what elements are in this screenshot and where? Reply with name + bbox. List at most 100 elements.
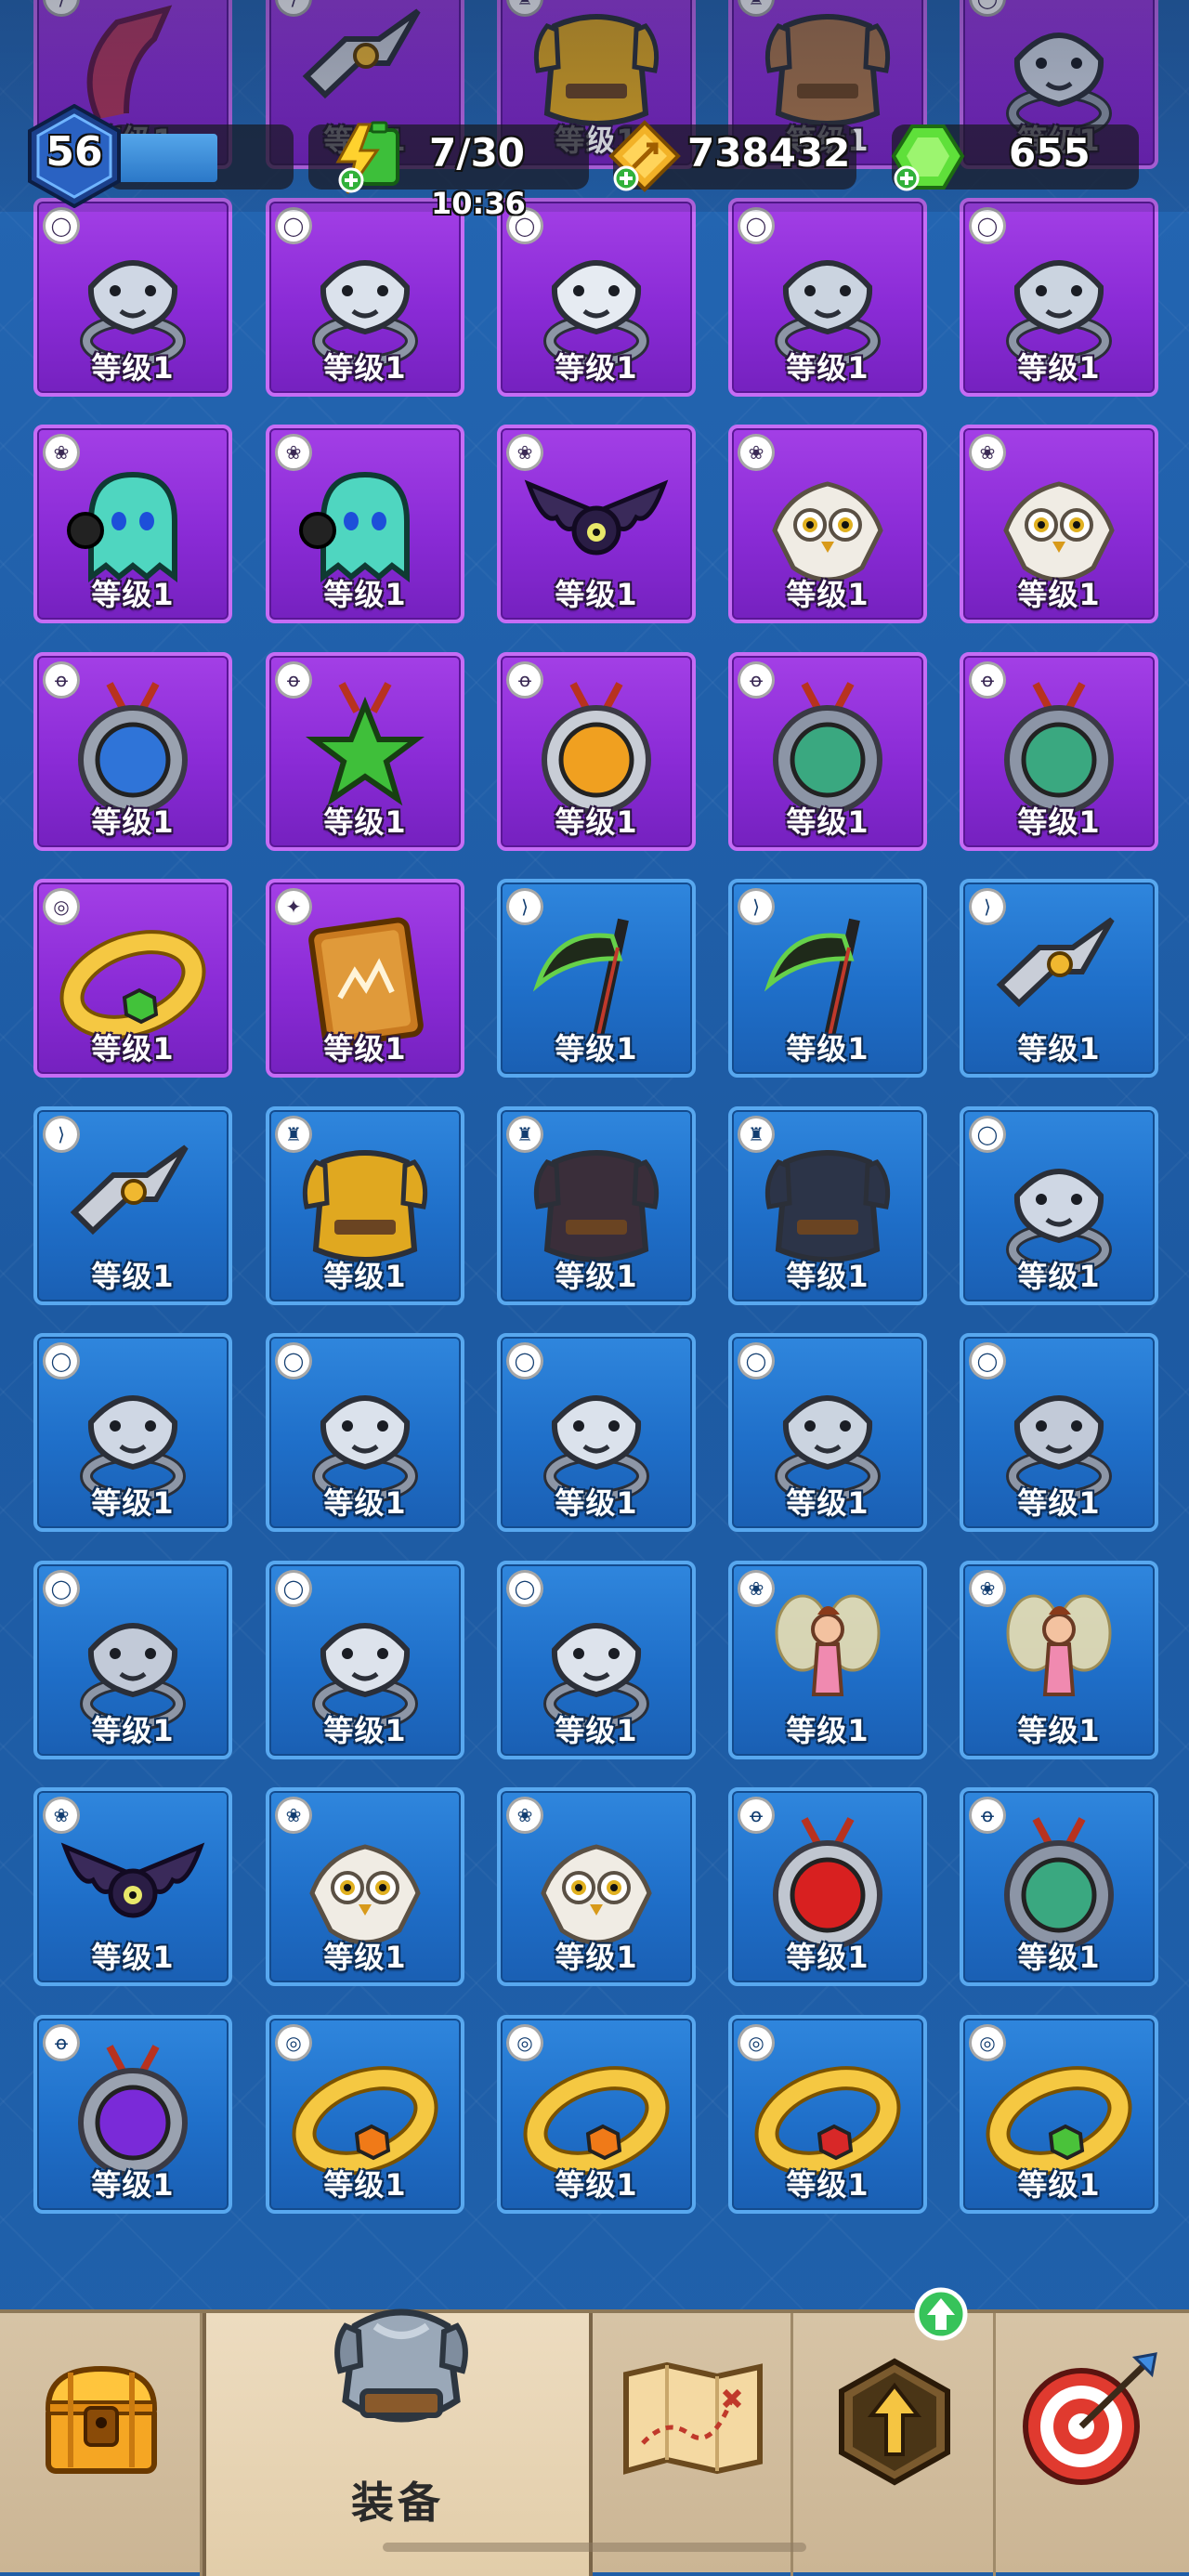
item-level: 等级1 (91, 1485, 175, 1521)
equipment-slot[interactable]: ◯ 等级1 (33, 1561, 232, 1759)
equipment-slot[interactable]: ◯等级1 (266, 1561, 464, 1759)
item-level: 等级1 (323, 1031, 407, 1066)
item-level: 等级1 (323, 1485, 407, 1521)
armor-slot-icon: ♜ (738, 1116, 775, 1153)
upgrade-available-icon (914, 2287, 968, 2341)
treasure-chest-icon (45, 2365, 158, 2474)
equipment-slot[interactable]: ❀ 等级1 (497, 425, 696, 623)
item-level: 等级1 (1017, 1713, 1101, 1748)
nav-tab-shop[interactable] (0, 2313, 203, 2576)
energy-icon (335, 121, 399, 194)
equipment-slot[interactable]: ⟩ 等级1 (960, 879, 1158, 1078)
bracelet-slot-icon: ◎ (969, 2024, 1006, 2061)
equipment-slot[interactable]: ◎ 等级1 (497, 2015, 696, 2214)
equipment-slot[interactable]: ❀ 等级1 (960, 1561, 1158, 1759)
map-icon (623, 2361, 763, 2475)
equipment-slot[interactable]: ◎ 等级1 (33, 879, 232, 1078)
ring-slot-icon: ◯ (969, 1342, 1006, 1380)
item-level: 等级1 (323, 577, 407, 612)
ring-slot-icon: ◯ (43, 207, 80, 244)
equipment-slot[interactable]: ◯等级1 (960, 198, 1158, 397)
equipment-slot[interactable]: ꝋ 等级1 (960, 1787, 1158, 1986)
item-level: 等级1 (1017, 1031, 1101, 1066)
target-icon (1023, 2352, 1157, 2485)
equipment-slot[interactable]: ꝋ 等级1 (33, 652, 232, 851)
energy-value: 7/30 (429, 130, 526, 176)
equipment-slot[interactable]: ꝋ 等级1 (728, 652, 927, 851)
equipment-slot[interactable]: ◯ 等级1 (960, 1333, 1158, 1532)
nav-tab-map[interactable] (593, 2313, 793, 2576)
item-level: 等级1 (1017, 577, 1101, 612)
equipment-slot[interactable]: ◯等级1 (497, 198, 696, 397)
ring-slot-icon: ◯ (506, 1342, 543, 1380)
equipment-slot[interactable]: ♜ 等级1 (728, 1106, 927, 1305)
equipment-slot[interactable]: ❀ 等级1 (960, 425, 1158, 623)
bracelet-slot-icon: ◎ (738, 2024, 775, 2061)
equipment-slot[interactable]: ◎ 等级1 (960, 2015, 1158, 2214)
item-level: 等级1 (786, 1940, 869, 1975)
item-level: 等级1 (555, 1713, 638, 1748)
equipment-slot[interactable]: ◯等级1 (960, 1106, 1158, 1305)
item-level: 等级1 (786, 350, 869, 386)
equipment-slot[interactable]: ❀ 等级1 (266, 1787, 464, 1986)
equipment-slot[interactable]: ✦ 等级1 (266, 879, 464, 1078)
nav-tab-upgrade[interactable] (793, 2287, 996, 2576)
equipment-slot[interactable]: ♜ 等级1 (266, 1106, 464, 1305)
equipment-slot[interactable]: ❀ 等级1 (728, 425, 927, 623)
equipment-slot[interactable]: ❀ 等级1 (728, 1561, 927, 1759)
xp-progress-bar (117, 134, 217, 182)
ring-slot-icon: ◯ (43, 1570, 80, 1607)
equipment-slot[interactable]: ꝋ 等级1 (960, 652, 1158, 851)
item-level: 等级1 (91, 1713, 175, 1748)
equipment-slot[interactable]: ❀ 等级1 (33, 1787, 232, 1986)
equipment-slot[interactable]: ◯等级1 (266, 1333, 464, 1532)
item-level: 等级1 (555, 2167, 638, 2203)
equipment-slot[interactable]: ❀ 等级1 (33, 425, 232, 623)
pet-slot-icon: ❀ (506, 1797, 543, 1834)
item-level: 等级1 (323, 1940, 407, 1975)
item-level: 等级1 (91, 1940, 175, 1975)
bottom-nav: 装备 (0, 2287, 1189, 2576)
equipment-slot[interactable]: ꝋ 等级1 (266, 652, 464, 851)
amulet-slot-icon: ꝋ (43, 2024, 80, 2061)
equipment-slot[interactable]: ⟩ 等级1 (728, 879, 927, 1078)
nav-tab-equipment[interactable]: 装备 (203, 2308, 593, 2576)
gold-icon (608, 120, 681, 192)
equipment-slot[interactable]: ꝋ 等级1 (497, 652, 696, 851)
equipment-slot[interactable]: ◯等级1 (266, 198, 464, 397)
item-level: 等级1 (786, 2167, 869, 2203)
item-level: 等级1 (323, 804, 407, 840)
equipment-slot[interactable]: ♜ 等级1 (497, 1106, 696, 1305)
equipment-slot[interactable]: ◯ 等级1 (497, 1333, 696, 1532)
nav-tab-challenge[interactable] (996, 2313, 1189, 2576)
equipment-slot[interactable]: ◯等级1 (728, 1333, 927, 1532)
equipment-slot[interactable]: ◎ 等级1 (728, 2015, 927, 2214)
item-level: 等级1 (1017, 1259, 1101, 1294)
item-level: 等级1 (1017, 804, 1101, 840)
upgrade-icon (839, 2358, 950, 2486)
equipment-slot[interactable]: ❀ 等级1 (266, 425, 464, 623)
item-level: 等级1 (1017, 1485, 1101, 1521)
bow-slot-icon: ⟩ (969, 888, 1006, 925)
bracelet-slot-icon: ◎ (275, 2024, 312, 2061)
amulet-slot-icon: ꝋ (275, 661, 312, 699)
equipment-slot[interactable]: ◯ 等级1 (497, 1561, 696, 1759)
equipment-slot[interactable]: ◯等级1 (33, 198, 232, 397)
equipment-slot[interactable]: ◯ 等级1 (33, 1333, 232, 1532)
equipment-slot[interactable]: ◯等级1 (728, 198, 927, 397)
ring-slot-icon: ◯ (275, 207, 312, 244)
pet-slot-icon: ❀ (275, 1797, 312, 1834)
ring-slot-icon: ◯ (43, 1342, 80, 1380)
equipment-slot[interactable]: ⟩ 等级1 (33, 1106, 232, 1305)
equipment-slot[interactable]: ꝋ 等级1 (728, 1787, 927, 1986)
equipment-slot[interactable]: ❀ 等级1 (497, 1787, 696, 1986)
equipment-grid: ⟩等级1⟩等级1♜等级1♜等级1◯等级1◯等级1◯等级1◯等级1◯等级1◯等级1… (0, 0, 1189, 2304)
item-level: 等级1 (555, 1031, 638, 1066)
equipment-slot[interactable]: ꝋ 等级1 (33, 2015, 232, 2214)
pet-slot-icon: ❀ (738, 434, 775, 471)
equipment-slot[interactable]: ⟩ 等级1 (497, 879, 696, 1078)
pet-slot-icon: ❀ (275, 434, 312, 471)
ring-slot-icon: ◯ (506, 1570, 543, 1607)
item-level: 等级1 (555, 1485, 638, 1521)
equipment-slot[interactable]: ◎ 等级1 (266, 2015, 464, 2214)
